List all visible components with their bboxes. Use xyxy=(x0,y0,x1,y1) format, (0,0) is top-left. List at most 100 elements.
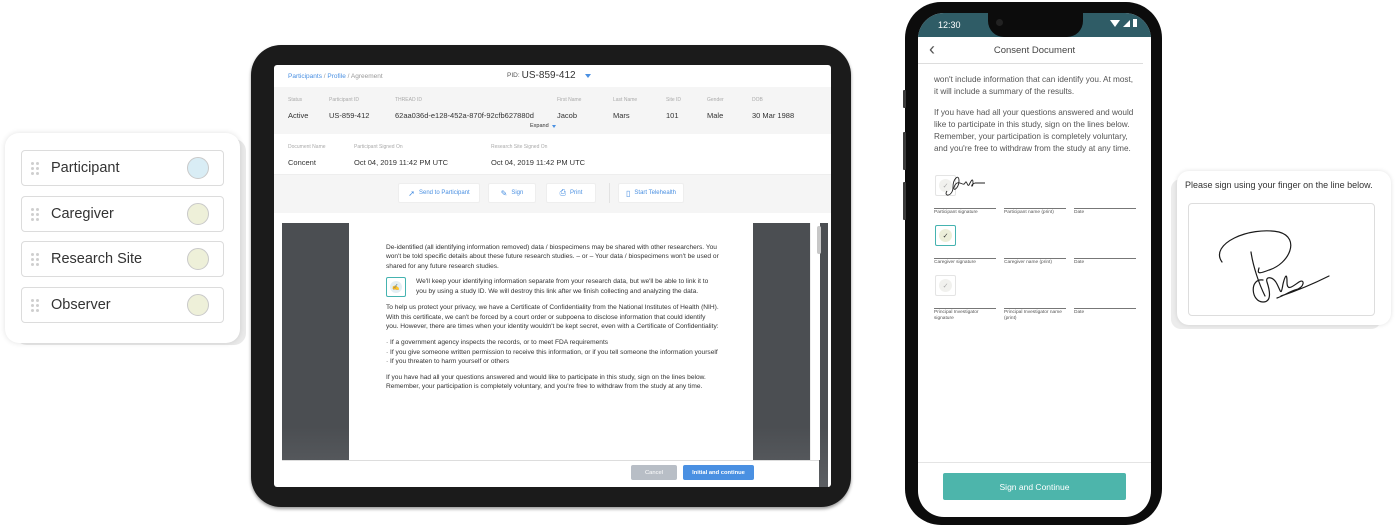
consent-paragraph: If you have had all your questions answe… xyxy=(934,108,1134,153)
signature-slot[interactable]: ✓ xyxy=(935,275,956,296)
role-label: Observer xyxy=(51,296,111,313)
field-label: Gender xyxy=(707,97,724,103)
initial-field[interactable]: ✍ xyxy=(386,277,406,298)
field-value: Active xyxy=(288,111,309,120)
field-label: Caregiver signature xyxy=(934,260,976,265)
field-label: Participant ID xyxy=(329,97,360,103)
printer-icon: ⎙ xyxy=(559,188,567,197)
field-value: 30 Mar 1988 xyxy=(752,111,795,120)
field-value: 101 xyxy=(666,111,679,120)
info-participant-id: Participant ID US-859-412 xyxy=(329,97,369,123)
notch xyxy=(988,13,1083,37)
scrollbar-track[interactable] xyxy=(810,223,821,460)
drag-handle-icon[interactable] xyxy=(31,298,39,312)
info-last-name: Last Name Mars xyxy=(613,97,637,123)
drag-handle-icon[interactable] xyxy=(31,207,39,221)
participant-date-field[interactable]: Date xyxy=(1074,171,1136,221)
tablet-device: Participants / Profile / Agreement PID: … xyxy=(251,45,851,507)
field-label: Participant name (print) xyxy=(1004,210,1054,215)
pi-date-field[interactable]: Date xyxy=(1074,271,1136,321)
doc-paragraph: To help us protect your privacy, we have… xyxy=(386,304,719,331)
signer-roles-panel: Participant Caregiver Research Site Obse… xyxy=(5,133,240,343)
check-icon: ✓ xyxy=(939,279,952,292)
signature-pad[interactable] xyxy=(1188,203,1375,316)
camera-icon xyxy=(996,19,1003,26)
field-label: Date xyxy=(1074,210,1085,215)
pid-prefix: PID: xyxy=(507,72,520,79)
pid-selector[interactable]: PID: US-859-412 xyxy=(507,70,591,81)
role-item-research-site[interactable]: Research Site xyxy=(21,241,224,277)
button-label: Print xyxy=(570,190,583,196)
doc-paragraph: De-identified (all identifying informati… xyxy=(386,244,719,270)
signature-line xyxy=(1074,308,1136,309)
pi-signature-field[interactable]: ✓ Principal Investigator signature xyxy=(934,271,996,321)
tablet-icon: ▯ xyxy=(626,188,631,198)
doc-bullet: · If a government agency inspects the re… xyxy=(386,339,609,347)
phone-side-button xyxy=(903,182,906,220)
participant-signature-field[interactable]: ✓ Participant signature xyxy=(934,171,996,221)
signature-capture-card: Please sign using your finger on the lin… xyxy=(1177,171,1391,325)
button-label: Send to Participant xyxy=(419,190,470,196)
signature-line xyxy=(934,208,996,209)
expand-toggle[interactable]: Expand xyxy=(530,123,556,129)
battery-icon xyxy=(1133,19,1137,27)
pi-name-field[interactable]: Principal Investigator name (print) xyxy=(1004,271,1066,321)
info-gender: Gender Male xyxy=(707,97,724,123)
signature-line xyxy=(934,308,996,309)
print-button[interactable]: ⎙ Print xyxy=(546,183,596,203)
field-label: Principal Investigator signature xyxy=(934,310,979,321)
role-color-dot xyxy=(187,248,209,270)
scrollbar-thumb[interactable] xyxy=(817,226,821,254)
expand-label: Expand xyxy=(530,123,549,129)
field-value: 62aa036d-e128-452a-870f-92cfb627880d xyxy=(395,111,534,120)
participant-name-field[interactable]: Participant name (print) xyxy=(1004,171,1066,221)
info-status: Status Active xyxy=(288,97,308,123)
send-icon: ➚ xyxy=(408,188,415,198)
drag-handle-icon[interactable] xyxy=(31,253,39,266)
caregiver-date-field[interactable]: Date xyxy=(1074,221,1136,271)
sign-prompt: Please sign using your finger on the lin… xyxy=(1185,180,1373,190)
initial-and-continue-button[interactable]: Initial and continue xyxy=(683,465,754,480)
consent-paragraph: won't include information that can ident… xyxy=(934,75,1134,96)
caregiver-signature-field[interactable]: ✓ Caregiver signature xyxy=(934,221,996,271)
field-label: Last Name xyxy=(613,97,638,103)
field-value: Mars xyxy=(613,111,630,120)
signature-slot-active[interactable]: ✓ xyxy=(935,225,956,246)
doc-paragraph: We'll keep your identifying information … xyxy=(416,278,709,295)
field-label: Principal Investigator name (print) xyxy=(1004,310,1062,321)
field-label: DOB xyxy=(752,97,763,103)
initial-callout: ✍ We'll keep your identifying informatio… xyxy=(386,277,719,298)
signature-stroke xyxy=(1219,230,1330,303)
role-color-dot xyxy=(187,157,209,179)
start-telehealth-button[interactable]: ▯ Start Telehealth xyxy=(618,183,684,203)
participant-signature-scribble xyxy=(945,176,985,196)
sign-button[interactable]: ✎ Sign xyxy=(488,183,536,203)
field-label: Document Name xyxy=(288,144,326,150)
breadcrumb: Participants / Profile / Agreement xyxy=(288,73,383,80)
cancel-button[interactable]: Cancel xyxy=(631,465,677,480)
info-dob: DOB 30 Mar 1988 xyxy=(752,97,794,123)
consent-body: won't include information that can ident… xyxy=(918,64,1151,321)
caregiver-name-field[interactable]: Caregiver name (print) xyxy=(1004,221,1066,271)
breadcrumb-participants[interactable]: Participants xyxy=(288,73,322,80)
signature-line xyxy=(1004,308,1066,309)
role-item-observer[interactable]: Observer xyxy=(21,286,224,323)
field-label: Participant Signed On xyxy=(354,144,403,150)
role-item-caregiver[interactable]: Caregiver xyxy=(21,195,224,232)
doc-bullet-list: · If a government agency inspects the re… xyxy=(386,338,719,366)
sign-and-continue-button[interactable]: Sign and Continue xyxy=(943,473,1126,500)
doc-bullet: · If you threaten to harm yourself or ot… xyxy=(386,358,510,366)
caret-down-icon[interactable] xyxy=(584,73,591,78)
signature-line xyxy=(934,258,996,259)
role-item-participant[interactable]: Participant xyxy=(21,150,224,186)
field-value: US-859-412 xyxy=(329,111,370,120)
doc-paragraph: If you have had all your questions answe… xyxy=(386,373,706,391)
signature-line xyxy=(1074,208,1136,209)
button-label: Sign xyxy=(511,190,524,196)
role-color-dot xyxy=(187,202,209,225)
drag-handle-icon[interactable] xyxy=(31,162,39,175)
breadcrumb-profile[interactable]: Profile xyxy=(327,73,345,80)
signal-icon xyxy=(1123,19,1130,27)
send-to-participant-button[interactable]: ➚ Send to Participant xyxy=(398,183,480,203)
field-label: Participant signature xyxy=(934,210,978,215)
